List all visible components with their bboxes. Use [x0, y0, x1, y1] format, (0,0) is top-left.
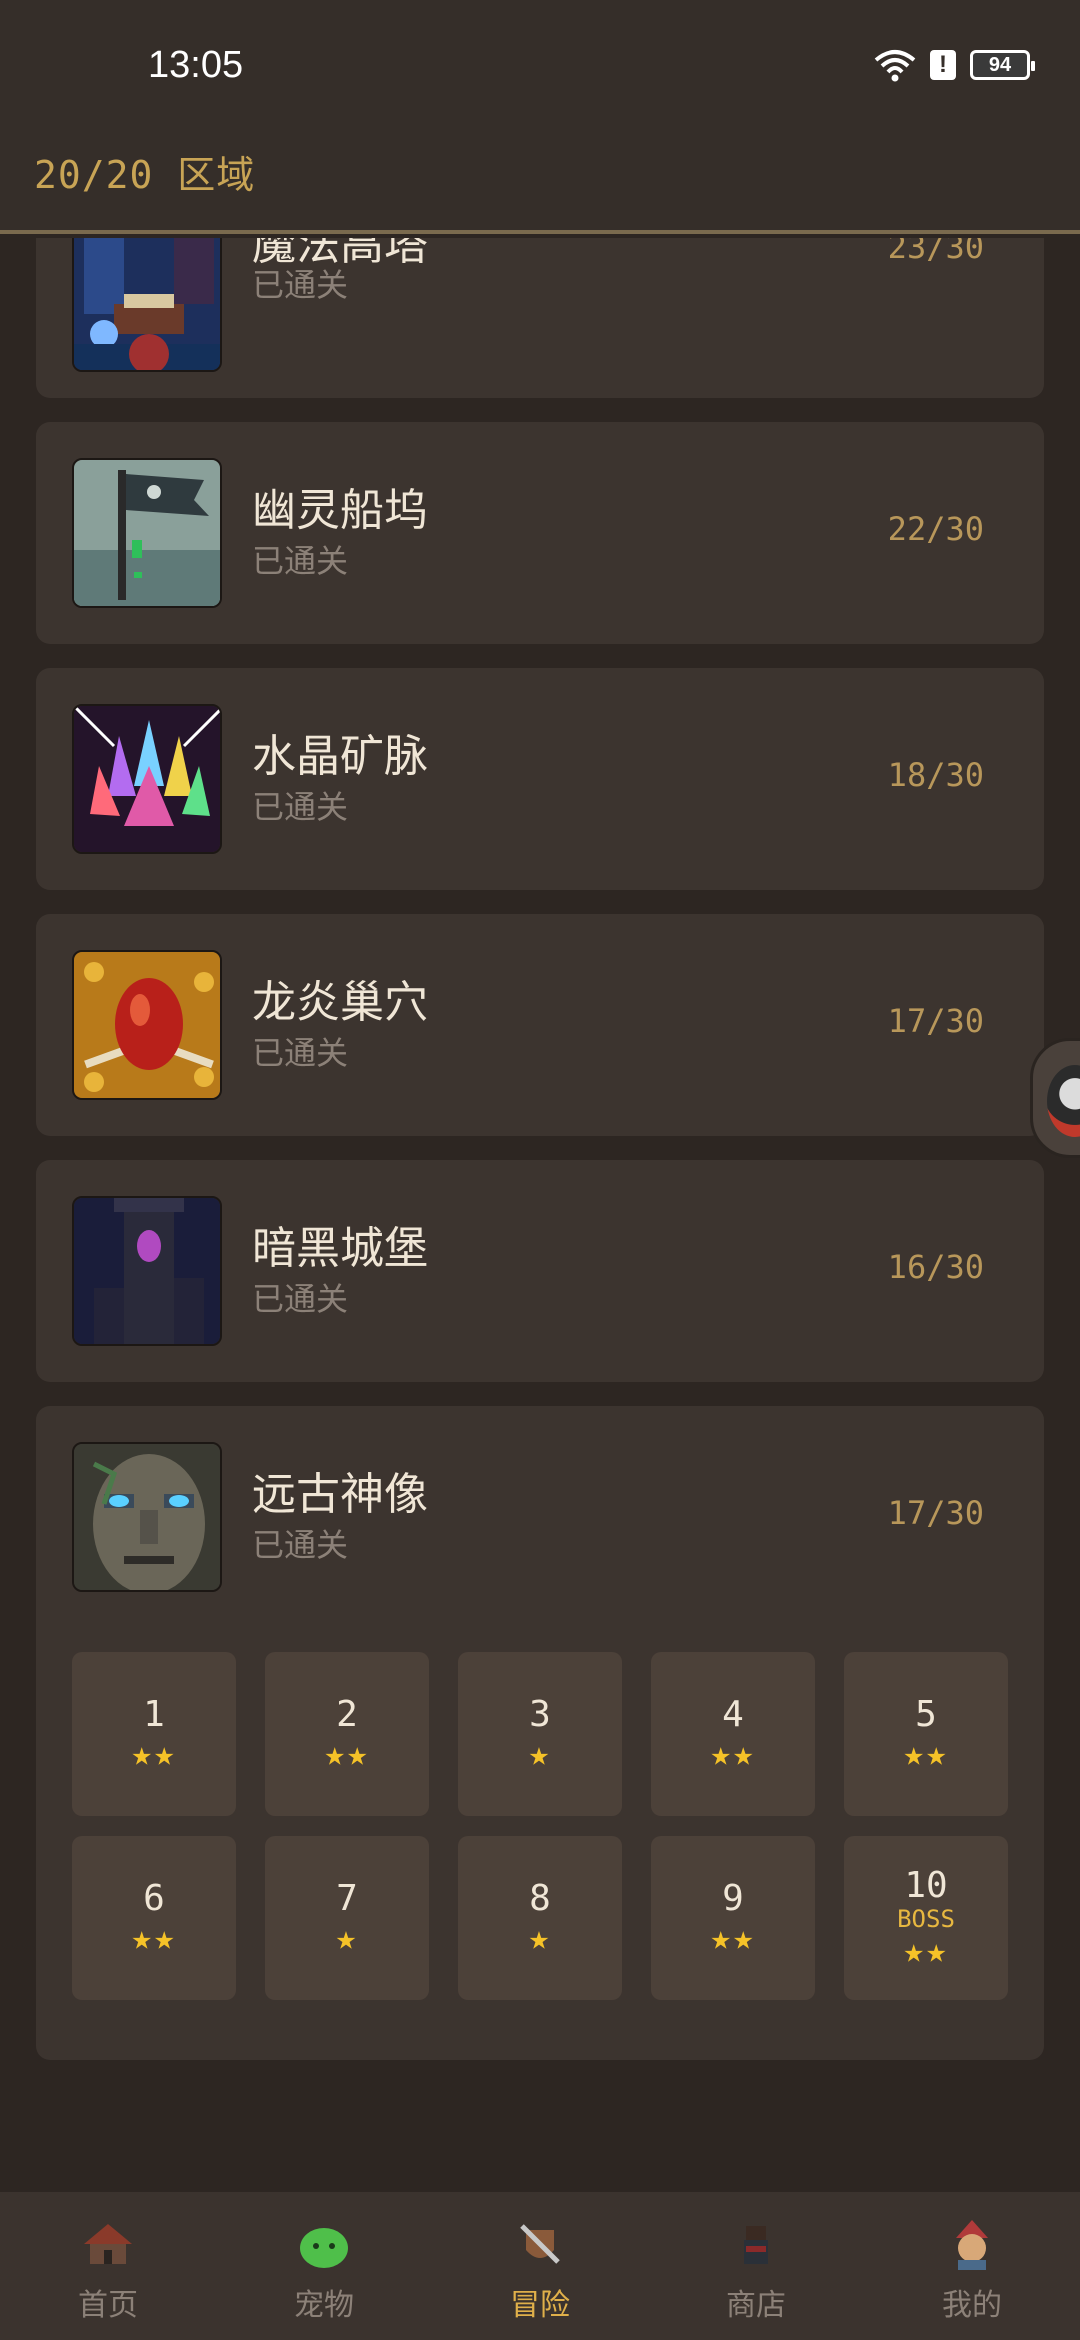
- region-name: 幽灵船坞: [252, 485, 428, 536]
- region-status: 已通关: [252, 266, 349, 304]
- level-button-8[interactable]: 8 ★: [458, 1836, 622, 2000]
- level-button-6[interactable]: 6 ★★: [72, 1836, 236, 2000]
- region-card-ancient-statue[interactable]: 远古神像 已通关 17/30 1 ★★ 2 ★★ 3 ★ 4 ★★ 5 ★★ 6…: [36, 1406, 1044, 2060]
- slime-icon: [300, 2228, 348, 2268]
- level-number: 4: [722, 1694, 744, 1735]
- level-number: 9: [722, 1878, 744, 1919]
- dragon-nest-thumbnail: [72, 950, 222, 1100]
- region-progress: 23/30: [887, 238, 984, 266]
- alert-icon: !: [930, 50, 956, 80]
- nav-adventure[interactable]: 冒险: [432, 2192, 648, 2340]
- level-number: 10: [904, 1865, 948, 1906]
- floating-assistant-button[interactable]: [1030, 1038, 1080, 1158]
- level-stars: ★★: [131, 1918, 177, 1958]
- nav-label: 首页: [78, 2288, 138, 2323]
- level-button-4[interactable]: 4 ★★: [651, 1652, 815, 1816]
- level-number: 7: [336, 1878, 358, 1919]
- wifi-icon: [874, 50, 916, 82]
- region-status: 已通关: [252, 1526, 349, 1564]
- nav-label: 宠物: [294, 2288, 354, 2323]
- shopkeeper-icon: [744, 2226, 768, 2264]
- region-status: 已通关: [252, 1280, 349, 1318]
- region-card-ghost-dock[interactable]: 幽灵船坞 已通关 22/30: [36, 422, 1044, 644]
- region-card-magic-tower[interactable]: 魔法高塔 已通关 23/30: [36, 238, 1044, 398]
- level-stars: ★: [528, 1734, 552, 1774]
- region-progress: 16/30: [887, 1248, 984, 1286]
- level-stars: ★★: [710, 1734, 756, 1774]
- region-name: 水晶矿脉: [252, 731, 428, 782]
- nav-home[interactable]: 首页: [0, 2192, 216, 2340]
- level-button-3[interactable]: 3 ★: [458, 1652, 622, 1816]
- region-name: 龙炎巢穴: [252, 977, 428, 1028]
- region-card-crystal-mine[interactable]: 水晶矿脉 已通关 18/30: [36, 668, 1044, 890]
- status-icons: ! 94: [874, 48, 1035, 82]
- sword-shield-icon: [520, 2224, 560, 2264]
- nav-label: 冒险: [510, 2288, 570, 2323]
- status-time: 13:05: [148, 44, 244, 86]
- level-stars: ★: [335, 1918, 359, 1958]
- level-number: 5: [915, 1694, 937, 1735]
- region-progress: 18/30: [887, 756, 984, 794]
- avatar-icon: [956, 2220, 988, 2270]
- level-button-5[interactable]: 5 ★★: [844, 1652, 1008, 1816]
- house-icon: [84, 2224, 132, 2264]
- nav-label: 商店: [726, 2288, 786, 2323]
- level-stars: ★★: [710, 1918, 756, 1958]
- region-card-dark-castle[interactable]: 暗黑城堡 已通关 16/30: [36, 1160, 1044, 1382]
- boss-label: BOSS: [897, 1905, 955, 1933]
- battery-icon: 94: [970, 50, 1035, 80]
- level-stars: ★★: [324, 1734, 370, 1774]
- level-button-2[interactable]: 2 ★★: [265, 1652, 429, 1816]
- level-number: 6: [143, 1878, 165, 1919]
- region-progress: 22/30: [887, 510, 984, 548]
- level-button-1[interactable]: 1 ★★: [72, 1652, 236, 1816]
- area-count: 20/20 区域: [34, 153, 256, 197]
- status-bar: 13:05 ! 94: [0, 0, 1080, 134]
- level-button-9[interactable]: 9 ★★: [651, 1836, 815, 2000]
- level-number: 2: [336, 1694, 358, 1735]
- level-stars: ★★: [903, 1734, 949, 1774]
- region-progress: 17/30: [887, 1494, 984, 1532]
- region-list[interactable]: 魔法高塔 已通关 23/30 幽灵船坞 已通关 22/30 水晶矿脉 已通关 1…: [0, 238, 1080, 2192]
- nav-profile[interactable]: 我的: [864, 2192, 1080, 2340]
- region-status: 已通关: [252, 1034, 349, 1072]
- level-number: 3: [529, 1694, 551, 1735]
- bottom-nav: 首页 宠物 冒险 商店 我的: [0, 2192, 1080, 2340]
- level-number: 8: [529, 1878, 551, 1919]
- level-button-10-boss[interactable]: 10 BOSS ★★: [844, 1836, 1008, 2000]
- level-stars: ★★: [131, 1734, 177, 1774]
- region-card-dragon-nest[interactable]: 龙炎巢穴 已通关 17/30: [36, 914, 1044, 1136]
- region-status: 已通关: [252, 788, 349, 826]
- level-stars: ★: [528, 1918, 552, 1958]
- level-number: 1: [143, 1694, 165, 1735]
- crystal-mine-thumbnail: [72, 704, 222, 854]
- nav-pets[interactable]: 宠物: [216, 2192, 432, 2340]
- battery-level: 94: [988, 53, 1012, 76]
- nav-label: 我的: [942, 2288, 1002, 2323]
- level-stars: ★★: [903, 1931, 949, 1971]
- nav-shop[interactable]: 商店: [648, 2192, 864, 2340]
- region-name: 远古神像: [252, 1469, 428, 1520]
- region-status: 已通关: [252, 542, 349, 580]
- header: 20/20 区域: [0, 134, 1080, 234]
- ghost-dock-thumbnail: [72, 458, 222, 608]
- dark-castle-thumbnail: [72, 1196, 222, 1346]
- ancient-statue-thumbnail: [72, 1442, 222, 1592]
- level-button-7[interactable]: 7 ★: [265, 1836, 429, 2000]
- region-progress: 17/30: [887, 1002, 984, 1040]
- region-name: 暗黑城堡: [252, 1223, 428, 1274]
- magic-tower-thumbnail: [72, 238, 222, 372]
